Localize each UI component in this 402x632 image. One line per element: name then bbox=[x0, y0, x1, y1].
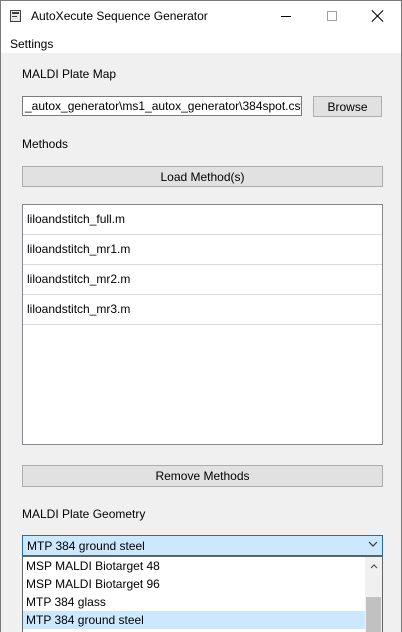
dropdown-option[interactable]: MSP MALDI Biotarget 96 bbox=[23, 575, 365, 593]
plate-map-label: MALDI Plate Map bbox=[22, 67, 117, 81]
minimize-button[interactable] bbox=[263, 1, 309, 31]
dropdown-option-selected[interactable]: MTP 384 ground steel bbox=[23, 611, 365, 629]
methods-label: Methods bbox=[22, 137, 69, 151]
list-item[interactable]: liloandstitch_full.m bbox=[23, 205, 382, 235]
list-item[interactable]: liloandstitch_mr3.m bbox=[23, 295, 382, 325]
list-item[interactable]: liloandstitch_mr2.m bbox=[23, 265, 382, 295]
scroll-up-button[interactable] bbox=[365, 557, 382, 574]
chevron-up-icon bbox=[370, 563, 377, 568]
plate-geometry-label: MALDI Plate Geometry bbox=[22, 507, 146, 521]
dropdown-scrollbar[interactable] bbox=[365, 557, 382, 632]
remove-methods-button[interactable]: Remove Methods bbox=[22, 465, 383, 487]
title-bar[interactable]: AutoXecute Sequence Generator bbox=[1, 1, 401, 31]
plate-geometry-select[interactable]: MTP 384 ground steel bbox=[22, 535, 383, 556]
maximize-icon bbox=[327, 11, 337, 21]
list-item[interactable]: liloandstitch_mr1.m bbox=[23, 235, 382, 265]
minimize-icon bbox=[281, 15, 291, 17]
menu-settings[interactable]: Settings bbox=[10, 37, 53, 51]
app-icon bbox=[10, 10, 21, 22]
plate-geometry-dropdown[interactable]: MSP MALDI Biotarget 48 MSP MALDI Biotarg… bbox=[22, 556, 383, 632]
menu-bar: Settings bbox=[1, 31, 401, 53]
close-button[interactable] bbox=[355, 1, 401, 31]
maximize-button[interactable] bbox=[309, 1, 355, 31]
window-title: AutoXecute Sequence Generator bbox=[31, 9, 208, 23]
scroll-thumb[interactable] bbox=[366, 597, 381, 632]
dropdown-option[interactable]: MSP MALDI Biotarget 48 bbox=[23, 557, 365, 575]
chevron-down-icon bbox=[368, 541, 378, 547]
plate-map-path-field[interactable]: _autox_generator\ms1_autox_generator\384… bbox=[22, 96, 302, 116]
dropdown-option[interactable]: MTP 384 glass bbox=[23, 593, 365, 611]
load-methods-button[interactable]: Load Method(s) bbox=[22, 166, 383, 187]
methods-list[interactable]: liloandstitch_full.m liloandstitch_mr1.m… bbox=[22, 204, 383, 445]
browse-button[interactable]: Browse bbox=[313, 96, 382, 117]
close-icon bbox=[371, 9, 385, 23]
plate-geometry-selected-value: MTP 384 ground steel bbox=[27, 539, 145, 553]
app-window: AutoXecute Sequence Generator Settings M… bbox=[0, 0, 402, 632]
